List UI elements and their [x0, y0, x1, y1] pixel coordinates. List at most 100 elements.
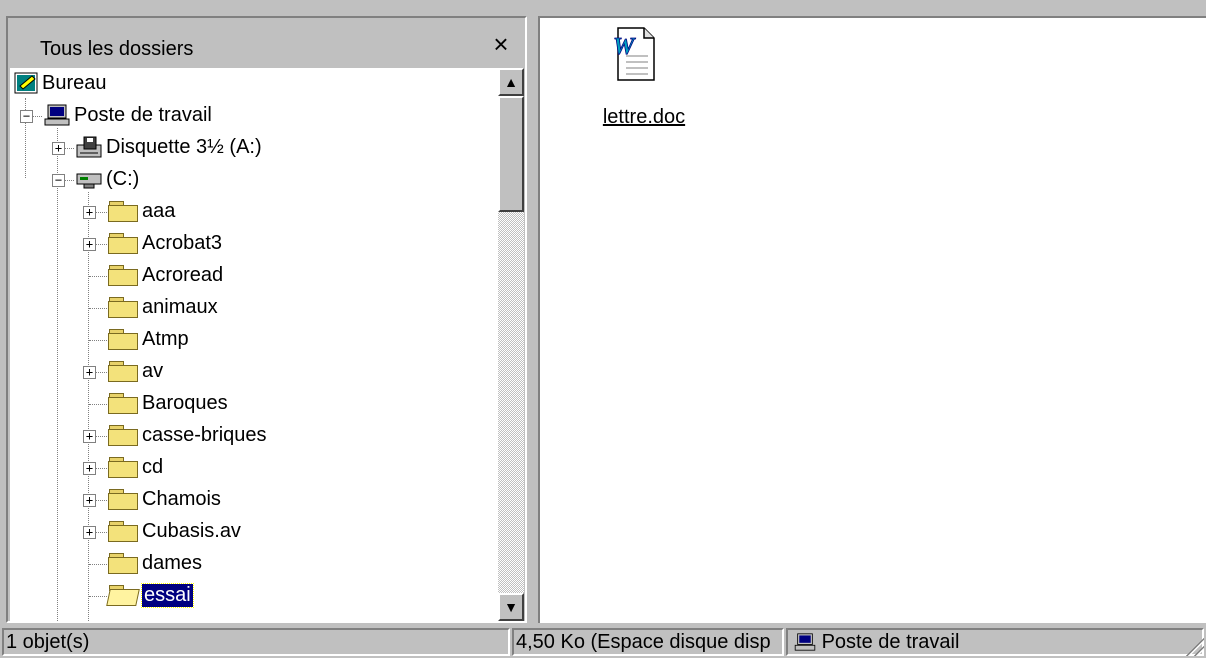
tree-label: Atmp: [142, 328, 189, 350]
tree-item-folder[interactable]: + av: [10, 356, 370, 386]
folder-icon: [108, 457, 138, 478]
tree-item-folder[interactable]: + Acrobat3: [10, 228, 370, 258]
tree-connector: [89, 308, 107, 309]
tree-item-floppy[interactable]: + Disquette 3½ (A:): [10, 132, 350, 162]
folder-icon: [108, 553, 138, 574]
tree-connector: [95, 436, 107, 437]
folder-body: [108, 493, 138, 510]
folder-body: [108, 365, 138, 382]
tree-label: Baroques: [142, 392, 228, 414]
scroll-down-button[interactable]: ▼: [498, 593, 524, 621]
tree-connector: [95, 532, 107, 533]
computer-icon: [794, 633, 816, 651]
tree-label: (C:): [106, 168, 140, 190]
tree-item-drive-c[interactable]: − (C:): [10, 164, 210, 194]
folder-body: [108, 269, 138, 286]
tree-label: Bureau: [42, 72, 107, 94]
tree-label: cd: [142, 456, 164, 478]
folder-icon: [108, 489, 138, 510]
open-folder-icon: [106, 585, 140, 606]
file-item[interactable]: W lettre.doc: [584, 26, 704, 136]
tree-item-desktop[interactable]: Bureau: [10, 68, 210, 98]
tree-item-folder[interactable]: animaux: [10, 292, 370, 322]
tree-connector: [95, 212, 107, 213]
folder-icon: [108, 329, 138, 350]
status-location-label: Poste de travail: [821, 631, 960, 653]
folder-tree: Bureau − Poste de travail + Disquette 3½…: [10, 68, 498, 621]
folder-body: [108, 461, 138, 478]
folder-icon: [108, 297, 138, 318]
folder-body: [108, 429, 138, 446]
folder-body: [108, 397, 138, 414]
pane-title: Tous les dossiers: [40, 38, 194, 60]
tree-item-folder[interactable]: essai: [10, 580, 370, 610]
tree-connector: [95, 500, 107, 501]
scroll-thumb[interactable]: [498, 96, 524, 212]
folder-body: [108, 557, 138, 574]
close-pane-button[interactable]: ×: [489, 31, 513, 57]
pane-header: Tous les dossiers ×: [8, 18, 525, 66]
file-list-pane: W lettre.doc: [538, 16, 1206, 623]
folder-tree-pane: Tous les dossiers × Bureau − Poste de tr…: [6, 16, 527, 623]
svg-text:W: W: [613, 34, 636, 60]
folder-icon: [108, 361, 138, 382]
word-document-icon: W: [613, 27, 655, 81]
scroll-up-button[interactable]: ▲: [498, 68, 524, 96]
folder-icon: [108, 265, 138, 286]
tree-item-folder[interactable]: Atmp: [10, 324, 370, 354]
tree-item-folder[interactable]: dames: [10, 548, 370, 578]
tree-connector: [89, 404, 107, 405]
tree-connector: [89, 596, 107, 597]
tree-item-folder[interactable]: + aaa: [10, 196, 370, 226]
tree-connector: [95, 244, 107, 245]
tree-label: Acroread: [142, 264, 224, 286]
tree-item-folder[interactable]: + cd: [10, 452, 370, 482]
tree-label: Chamois: [142, 488, 221, 510]
folder-icon: [108, 425, 138, 446]
hard-drive-icon: [76, 173, 102, 189]
computer-icon: [44, 104, 70, 126]
tree-item-folder[interactable]: + Chamois: [10, 484, 370, 514]
tree-connector: [64, 180, 74, 181]
tree-label: Disquette 3½ (A:): [106, 136, 262, 158]
tree-item-folder[interactable]: Acroread: [10, 260, 370, 290]
tree-item-folder[interactable]: Baroques: [10, 388, 370, 418]
tree-label: Cubasis.av: [142, 520, 241, 542]
tree-connector: [95, 468, 107, 469]
tree-label: av: [142, 360, 164, 382]
status-object-count: 1 objet(s): [2, 628, 510, 656]
file-name: lettre.doc: [602, 106, 686, 128]
desktop-icon: [14, 72, 38, 94]
folder-body: [108, 525, 138, 542]
folder-icon: [108, 233, 138, 254]
tree-connector: [95, 372, 107, 373]
folder-icon: [108, 521, 138, 542]
folder-body: [108, 301, 138, 318]
folder-icon: [108, 393, 138, 414]
tree-label: Acrobat3: [142, 232, 223, 254]
tree-connector: [89, 276, 107, 277]
status-location: Poste de travail: [786, 628, 1204, 656]
folder-icon: [108, 201, 138, 222]
folder-body: [108, 333, 138, 350]
tree-connector: [89, 564, 107, 565]
tree-item-folder[interactable]: + casse-briques: [10, 420, 370, 450]
folder-body: [108, 237, 138, 254]
folder-body: [106, 589, 140, 606]
tree-label: essai: [141, 583, 194, 608]
tree-connector: [64, 148, 74, 149]
status-bar: 1 objet(s) 4,50 Ko (Espace disque disp P…: [0, 626, 1206, 658]
tree-label: Poste de travail: [74, 104, 212, 126]
tree-scrollbar[interactable]: ▲ ▼: [498, 68, 524, 621]
tree-connector: [89, 340, 107, 341]
tree-label: casse-briques: [142, 424, 267, 446]
status-size: 4,50 Ko (Espace disque disp: [512, 628, 784, 656]
folder-body: [108, 205, 138, 222]
tree-item-folder[interactable]: + Cubasis.av: [10, 516, 370, 546]
tree-label: animaux: [142, 296, 218, 318]
tree-item-computer[interactable]: − Poste de travail: [10, 100, 310, 130]
floppy-drive-icon: [76, 136, 102, 158]
resize-grip-icon[interactable]: [1184, 636, 1204, 656]
tree-connector: [32, 116, 42, 117]
tree-label: dames: [142, 552, 203, 574]
